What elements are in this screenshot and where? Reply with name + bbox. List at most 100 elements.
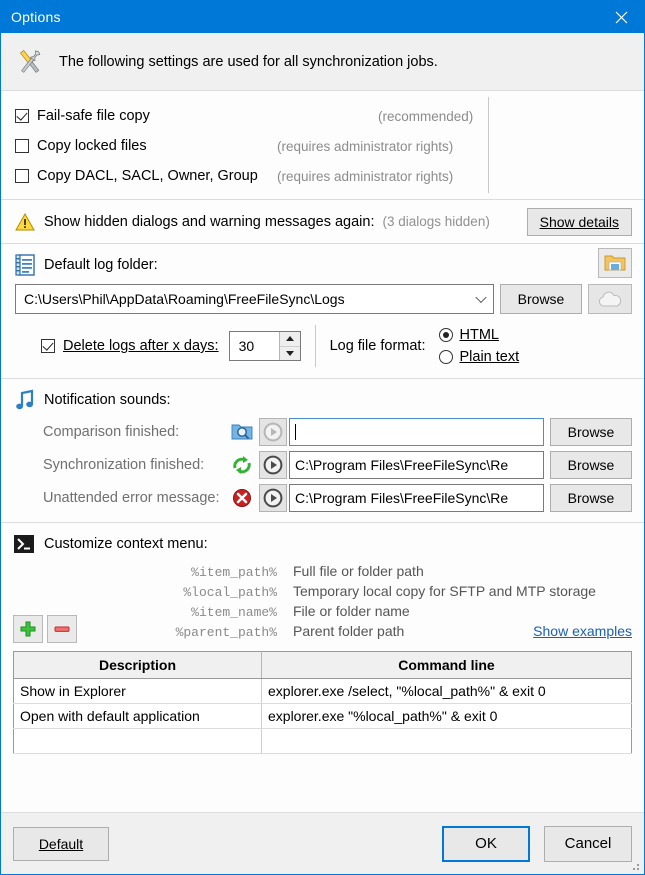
title-bar: Options bbox=[1, 1, 644, 33]
compare-folder-icon-wrap bbox=[225, 422, 259, 442]
cell-description[interactable]: Open with default application bbox=[13, 703, 262, 729]
music-note-icon bbox=[16, 389, 34, 410]
variable-name: %item_name% bbox=[191, 605, 277, 620]
sound-browse-comparison[interactable]: Browse bbox=[550, 418, 632, 446]
checkbox-note-locked-files: (requires administrator rights) bbox=[277, 138, 454, 154]
checkbox-delete-logs[interactable] bbox=[41, 339, 55, 353]
delete-logs-days-stepper[interactable]: 30 bbox=[228, 331, 301, 361]
table-header-row: Description Command line bbox=[13, 651, 632, 679]
sound-path-value-synchronization: C:\Program Files\FreeFileSync\Re bbox=[295, 457, 509, 473]
cell-command-line[interactable]: explorer.exe "%local_path%" & exit 0 bbox=[261, 703, 632, 729]
cancel-button-label: Cancel bbox=[564, 835, 612, 852]
minus-icon bbox=[54, 626, 70, 632]
checkbox-label-dacl: Copy DACL, SACL, Owner, Group bbox=[37, 168, 258, 184]
show-examples-link[interactable]: Show examples bbox=[533, 623, 632, 639]
sound-path-value-error: C:\Program Files\FreeFileSync\Re bbox=[295, 490, 509, 506]
log-path-combo[interactable]: C:\Users\Phil\AppData\Roaming\FreeFileSy… bbox=[15, 284, 494, 314]
checkbox-label-locked-files: Copy locked files bbox=[37, 138, 147, 154]
log-folder-header: Default log folder: bbox=[15, 252, 632, 278]
sound-path-synchronization[interactable]: C:\Program Files\FreeFileSync\Re bbox=[289, 451, 544, 479]
chevron-down-icon[interactable] bbox=[475, 291, 487, 304]
text-caret bbox=[295, 424, 296, 440]
remove-entry-button[interactable] bbox=[47, 615, 77, 643]
sound-browse-synchronization[interactable]: Browse bbox=[550, 451, 632, 479]
ok-button-label: OK bbox=[475, 835, 497, 852]
close-button[interactable] bbox=[598, 1, 644, 33]
sync-arrows-icon bbox=[233, 456, 251, 474]
stepper-down-button[interactable] bbox=[280, 347, 300, 361]
play-button-synchronization[interactable] bbox=[259, 451, 287, 479]
column-header-description[interactable]: Description bbox=[13, 651, 262, 679]
radio-row-html[interactable]: HTML bbox=[439, 324, 519, 346]
default-button[interactable]: Default bbox=[13, 826, 109, 861]
hidden-dialogs-row: Show hidden dialogs and warning messages… bbox=[1, 200, 644, 244]
add-entry-button[interactable] bbox=[13, 615, 43, 643]
variable-name: %item_path% bbox=[191, 565, 277, 580]
sound-path-error[interactable]: C:\Program Files\FreeFileSync\Re bbox=[289, 484, 544, 512]
log-folder-label: Default log folder: bbox=[44, 257, 158, 273]
radio-row-plain-text[interactable]: Plain text bbox=[439, 346, 519, 368]
cell-command-line[interactable] bbox=[261, 728, 632, 754]
cell-description[interactable]: Show in Explorer bbox=[13, 678, 262, 704]
table-row[interactable]: Open with default application explorer.e… bbox=[13, 703, 632, 729]
error-cross-icon-wrap bbox=[225, 488, 259, 508]
notification-sounds-section: Notification sounds: Comparison finished… bbox=[1, 379, 644, 523]
sound-browse-label-synchronization: Browse bbox=[567, 457, 615, 473]
checkbox-row-dacl[interactable]: Copy DACL, SACL, Owner, Group (requires … bbox=[15, 161, 644, 191]
cell-command-line[interactable]: explorer.exe /select, "%local_path%" & e… bbox=[261, 678, 632, 704]
variable-row: %local_path% Temporary local copy for SF… bbox=[173, 583, 632, 603]
log-folder-browse-button[interactable]: Browse bbox=[500, 284, 582, 314]
checkbox-row-locked-files[interactable]: Copy locked files (requires administrato… bbox=[15, 131, 644, 161]
context-menu-header: Customize context menu: bbox=[13, 531, 632, 557]
show-details-label: Show details bbox=[539, 213, 619, 230]
checkbox-note-dacl: (requires administrator rights) bbox=[277, 168, 454, 184]
context-menu-section: Customize context menu: %item_path% Full… bbox=[1, 523, 644, 651]
ok-button[interactable]: OK bbox=[442, 825, 530, 862]
sound-path-comparison[interactable] bbox=[289, 418, 544, 446]
stepper-arrows[interactable] bbox=[278, 332, 300, 361]
checkbox-failsafe[interactable] bbox=[15, 109, 29, 123]
sound-row-synchronization: Synchronization finished: C:\Program Fil… bbox=[15, 451, 632, 479]
cloud-icon bbox=[598, 291, 622, 306]
delete-logs-label: Delete logs after x days: bbox=[63, 338, 219, 354]
info-banner: The following settings are used for all … bbox=[1, 33, 644, 91]
cell-description[interactable] bbox=[13, 728, 262, 754]
triangle-up-icon bbox=[285, 336, 294, 342]
log-format-label: Log file format: bbox=[329, 338, 426, 354]
cloud-storage-button[interactable] bbox=[588, 284, 632, 314]
stepper-up-button[interactable] bbox=[279, 332, 300, 347]
checkbox-row-failsafe[interactable]: Fail-safe file copy (recommended) bbox=[15, 101, 644, 131]
open-folder-icon bbox=[604, 255, 626, 271]
warning-icon bbox=[15, 212, 35, 230]
sync-arrows-icon-wrap bbox=[225, 455, 259, 475]
checkbox-dacl[interactable] bbox=[15, 169, 29, 183]
radio-html[interactable] bbox=[439, 328, 454, 342]
play-button-comparison[interactable] bbox=[259, 418, 287, 446]
sound-browse-error[interactable]: Browse bbox=[550, 484, 632, 512]
play-button-error[interactable] bbox=[259, 484, 287, 512]
error-cross-icon bbox=[233, 489, 251, 507]
checkbox-label-failsafe: Fail-safe file copy bbox=[37, 108, 150, 124]
column-header-command-line[interactable]: Command line bbox=[261, 651, 632, 679]
radio-label-plain-text: Plain text bbox=[459, 349, 520, 365]
resize-grip-icon[interactable] bbox=[629, 860, 641, 872]
log-folder-browse-label: Browse bbox=[517, 291, 565, 307]
open-log-folder-button[interactable] bbox=[598, 248, 632, 278]
log-book-icon bbox=[15, 254, 35, 276]
show-details-button[interactable]: Show details bbox=[526, 207, 632, 236]
radio-plain-text[interactable] bbox=[439, 350, 454, 364]
sounds-title: Notification sounds: bbox=[44, 392, 171, 408]
context-menu-title: Customize context menu: bbox=[44, 536, 208, 552]
dialog-body: Fail-safe file copy (recommended) Copy l… bbox=[1, 91, 644, 812]
log-path-row: C:\Users\Phil\AppData\Roaming\FreeFileSy… bbox=[15, 284, 632, 314]
default-button-label: Default bbox=[38, 835, 84, 852]
footer-actions: OK Cancel bbox=[442, 825, 632, 862]
cancel-button[interactable]: Cancel bbox=[544, 825, 632, 862]
log-options-row: Delete logs after x days: 30 Log file fo… bbox=[15, 324, 632, 368]
log-path-value: C:\Users\Phil\AppData\Roaming\FreeFileSy… bbox=[24, 291, 345, 307]
table-row[interactable]: Show in Explorer explorer.exe /select, "… bbox=[13, 678, 632, 704]
table-row[interactable] bbox=[13, 728, 632, 754]
checkbox-locked-files[interactable] bbox=[15, 139, 29, 153]
play-icon bbox=[263, 422, 283, 442]
options-divider bbox=[314, 325, 316, 367]
